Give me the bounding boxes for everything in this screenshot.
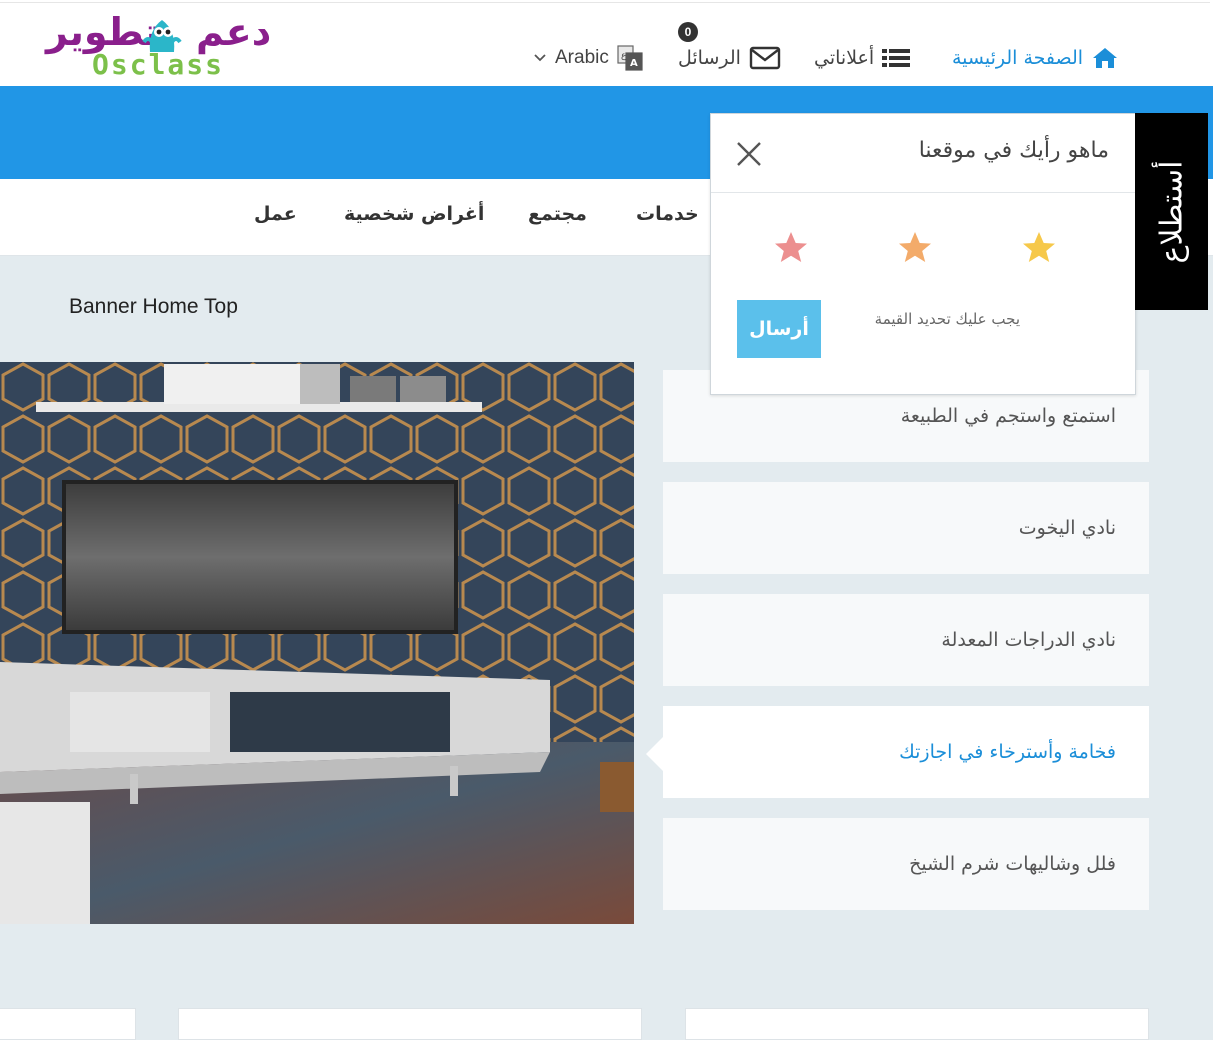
messages-count-badge: 0 (678, 22, 698, 42)
bottom-card (685, 1008, 1149, 1040)
living-room-photo (0, 362, 634, 924)
nav-messages-link[interactable]: الرسائل (678, 44, 781, 72)
star-rating-2-icon[interactable] (897, 230, 933, 266)
nav-my-ads-link[interactable]: أعلاناتي (814, 44, 911, 72)
active-item-arrow (646, 736, 664, 772)
svg-text:A: A (630, 58, 638, 69)
bottom-card (178, 1008, 642, 1040)
nav-messages-label: الرسائل (678, 47, 741, 69)
logo-english: Osclass (92, 48, 225, 81)
popup-divider (711, 192, 1135, 193)
home-icon (1093, 48, 1118, 68)
svg-text:ع: ع (621, 51, 627, 61)
category-jobs[interactable]: عمل (254, 203, 297, 225)
site-header: تطوير دعم Osclass الصفحة الرئيسية أعلانا… (0, 0, 1213, 87)
nav-home-link[interactable]: الصفحة الرئيسية (952, 44, 1119, 72)
translate-icon: ع A (617, 45, 643, 71)
slider-image[interactable] (0, 362, 634, 924)
chevron-down-icon (534, 54, 546, 62)
nav-home-label: الصفحة الرئيسية (952, 47, 1084, 69)
popup-title: ماهو رأيك في موقعنا (918, 138, 1109, 163)
popup-validation-hint: يجب عليك تحديد القيمة (874, 310, 1020, 328)
survey-tab-label: أستطلاع (1154, 160, 1189, 263)
send-button[interactable]: أرسال (737, 300, 821, 358)
slider-list-item[interactable]: نادي الدراجات المعدلة (663, 594, 1149, 686)
list-icon (882, 49, 911, 67)
slider-list-item[interactable]: نادي اليخوت (663, 482, 1149, 574)
rating-popup: ماهو رأيك في موقعنا يجب عليك تحديد القيم… (710, 113, 1136, 395)
slider-list-item-active[interactable]: فخامة وأسترخاء في اجازتك (663, 706, 1149, 798)
site-logo[interactable]: تطوير دعم Osclass (46, 8, 271, 82)
bottom-card (0, 1008, 136, 1040)
language-label: Arabic (555, 47, 609, 68)
survey-tab[interactable]: أستطلاع (1135, 113, 1208, 310)
star-rating-3-icon[interactable] (773, 230, 809, 266)
star-rating-1-icon[interactable] (1021, 230, 1057, 266)
header-divider (0, 2, 1210, 3)
category-community[interactable]: مجتمع (528, 203, 587, 225)
category-personal-items[interactable]: أغراض شخصية (344, 203, 484, 225)
close-icon[interactable] (735, 140, 763, 168)
language-selector[interactable]: Arabic ع A (533, 44, 643, 72)
slider-list-item[interactable]: فلل وشاليهات شرم الشيخ (663, 818, 1149, 910)
envelope-icon (749, 46, 781, 70)
category-services[interactable]: خدمات (636, 203, 699, 225)
banner-home-top: Banner Home Top (69, 295, 238, 318)
nav-my-ads-label: أعلاناتي (814, 47, 875, 69)
